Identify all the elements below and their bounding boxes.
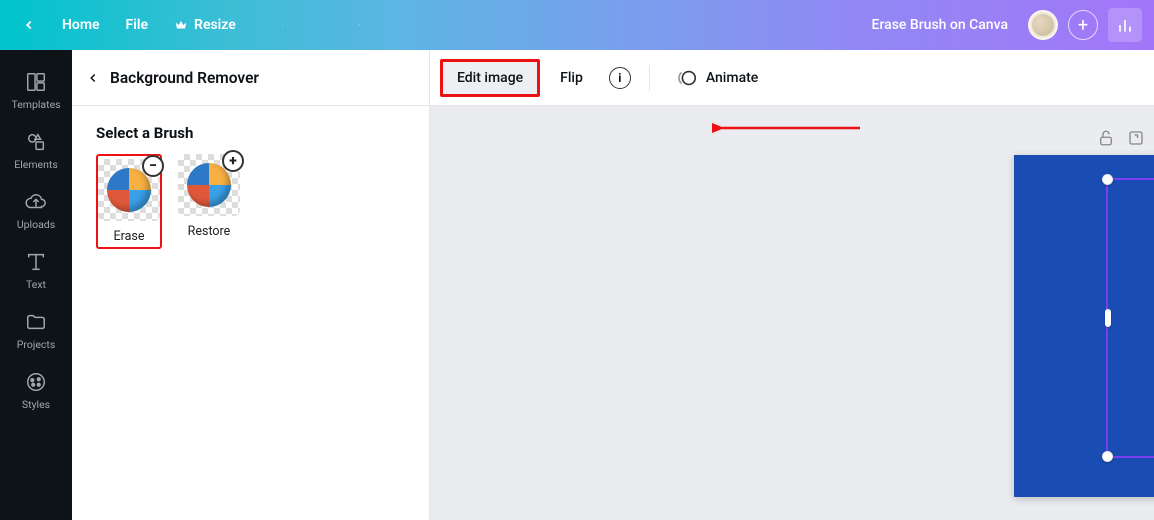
undo-icon (282, 15, 284, 35)
document-title[interactable]: Erase Brush on Canva (872, 17, 1008, 33)
rail-elements[interactable]: Elements (0, 120, 72, 180)
flip-button[interactable]: Flip (546, 62, 597, 94)
styles-icon (24, 370, 48, 394)
rail-text-label: Text (26, 278, 46, 291)
insights-button[interactable] (1108, 8, 1142, 42)
minus-badge-icon: − (142, 155, 164, 177)
context-bar: Edit image Flip i Animate (430, 50, 1154, 106)
back-chevron[interactable] (12, 12, 46, 38)
rail-uploads[interactable]: Uploads (0, 180, 72, 240)
expand-icon (1127, 129, 1145, 147)
uploads-icon (24, 190, 48, 214)
rail-styles-label: Styles (22, 398, 50, 411)
chevron-left-icon (86, 71, 100, 85)
brush-restore-label: Restore (188, 224, 231, 239)
home-button[interactable]: Home (52, 11, 110, 39)
info-button[interactable]: i (603, 61, 637, 95)
animate-button[interactable]: Animate (662, 59, 772, 97)
chevron-left-icon (22, 18, 36, 32)
crown-icon (174, 18, 188, 32)
rail-templates-label: Templates (11, 98, 60, 111)
cloud-check-icon (358, 14, 360, 36)
rail-projects-label: Projects (17, 338, 56, 351)
rail-templates[interactable]: Templates (0, 60, 72, 120)
animate-label: Animate (706, 70, 758, 86)
resize-button[interactable]: Resize (164, 11, 246, 39)
file-button[interactable]: File (116, 11, 159, 39)
plus-badge-icon: + (222, 150, 244, 172)
resize-handle-nw[interactable] (1102, 174, 1113, 185)
user-avatar[interactable] (1028, 10, 1058, 40)
lock-button[interactable] (1096, 128, 1116, 148)
brush-restore[interactable]: + Restore (176, 154, 242, 249)
resize-label: Resize (194, 17, 236, 33)
selection-box[interactable] (1106, 178, 1154, 458)
expand-button[interactable] (1126, 128, 1146, 148)
side-panel-back[interactable]: Background Remover (86, 69, 259, 87)
animate-icon (676, 67, 698, 89)
rail-elements-label: Elements (14, 158, 58, 171)
bar-chart-icon (1115, 15, 1135, 35)
rail-uploads-label: Uploads (17, 218, 55, 231)
share-add-button[interactable]: + (1068, 10, 1098, 40)
redo-icon (310, 15, 312, 35)
left-rail: Templates Elements Uploads Text Projects… (0, 50, 72, 520)
templates-icon (24, 70, 48, 94)
text-icon (24, 250, 48, 274)
brush-erase-label: Erase (114, 229, 145, 244)
projects-icon (24, 310, 48, 334)
info-icon: i (609, 67, 631, 89)
elements-icon (24, 130, 48, 154)
undo-button[interactable] (272, 14, 294, 36)
cloud-sync-button[interactable] (348, 14, 370, 36)
rail-projects[interactable]: Projects (0, 300, 72, 360)
rail-styles[interactable]: Styles (0, 360, 72, 420)
redo-button[interactable] (300, 14, 322, 36)
side-panel: Background Remover Select a Brush − Eras… (72, 50, 430, 520)
section-title: Select a Brush (72, 106, 429, 154)
annotation-arrow (712, 122, 862, 134)
resize-handle-sw[interactable] (1102, 451, 1113, 462)
brush-erase[interactable]: − Erase (96, 154, 162, 249)
side-panel-title: Background Remover (110, 69, 259, 87)
canvas-area: Edit image Flip i Animate ••• (430, 50, 1154, 520)
rail-text[interactable]: Text (0, 240, 72, 300)
top-bar: Home File Resize Erase Brush on Canva + (0, 0, 1154, 50)
resize-handle-w[interactable] (1105, 309, 1111, 327)
lock-open-icon (1097, 129, 1115, 147)
edit-image-button[interactable]: Edit image (440, 59, 540, 97)
